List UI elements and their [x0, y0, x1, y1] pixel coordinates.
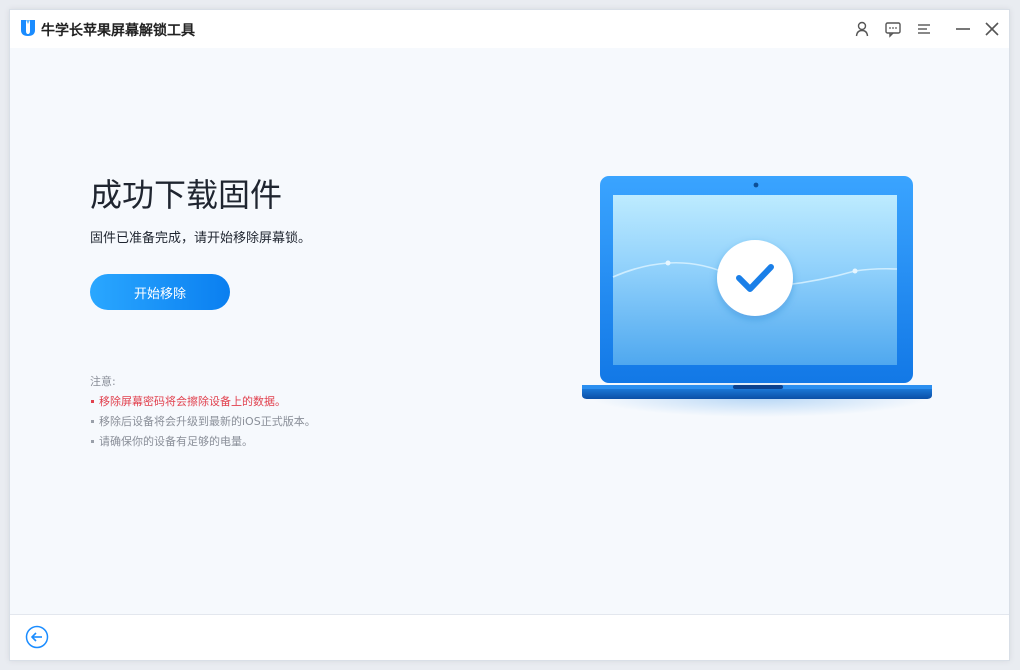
- app-logo-icon: [21, 20, 35, 36]
- note-item: 移除后设备将会升级到最新的iOS正式版本。: [90, 412, 316, 432]
- bullet-icon: [91, 399, 94, 403]
- note-item: 移除屏幕密码将会擦除设备上的数据。: [90, 392, 316, 412]
- note-item: 请确保你的设备有足够的电量。: [90, 432, 316, 452]
- title-bar: 牛学长苹果屏幕解锁工具: [10, 10, 1009, 48]
- page-title: 成功下载固件: [90, 176, 283, 214]
- menu-icon[interactable]: [915, 20, 933, 38]
- user-icon[interactable]: [853, 20, 871, 38]
- page-subtitle: 固件已准备完成，请开始移除屏幕锁。: [90, 231, 312, 246]
- bullet-icon: [91, 439, 94, 443]
- notes-section: 注意: 移除屏幕密码将会擦除设备上的数据。 移除后设备将会升级到最新的iOS正式…: [90, 372, 316, 452]
- bottom-bar: [10, 614, 1009, 660]
- close-icon[interactable]: [983, 20, 1001, 38]
- note-text: 请确保你的设备有足够的电量。: [99, 435, 253, 448]
- back-arrow-icon[interactable]: [25, 625, 49, 649]
- start-remove-button[interactable]: 开始移除: [90, 274, 230, 310]
- minimize-icon[interactable]: [954, 20, 972, 38]
- app-window: 牛学长苹果屏幕解锁工具 成功下载固件 固件已准备完成，请开始移除屏幕锁。 开始移…: [9, 9, 1010, 661]
- app-title: 牛学长苹果屏幕解锁工具: [41, 23, 195, 39]
- note-text: 移除屏幕密码将会擦除设备上的数据。: [99, 395, 286, 408]
- feedback-icon[interactable]: [884, 20, 902, 38]
- note-text: 移除后设备将会升级到最新的iOS正式版本。: [99, 415, 316, 428]
- laptop-success-icon: [582, 176, 932, 417]
- bullet-icon: [91, 419, 94, 423]
- notes-heading: 注意:: [90, 375, 116, 388]
